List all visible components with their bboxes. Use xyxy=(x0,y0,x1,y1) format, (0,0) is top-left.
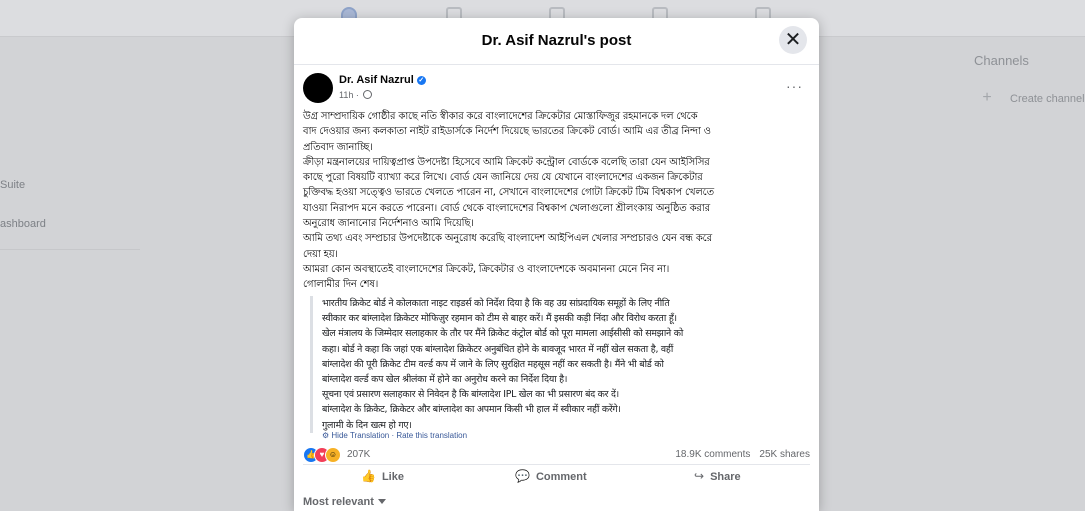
post-line: আমরা কোন অবস্থাতেই বাংলাদেশের ক্রিকেট, ক… xyxy=(303,263,670,275)
gear-icon: ⚙ xyxy=(322,431,330,440)
translation-line: खेल मंत्रालय के जिम्मेदार सलाहकार के तौर… xyxy=(322,328,684,340)
translation-line: बांग्लादेश वर्ल्ड कप खेल श्रीलंका में हो… xyxy=(322,374,568,386)
share-count[interactable]: 25K shares xyxy=(759,449,810,460)
post-author[interactable]: Dr. Asif Nazrul ✓ xyxy=(339,74,426,86)
reactions-bar: 👍 ♥ ☺ 207K 18.9K comments 25K shares xyxy=(303,447,810,463)
sidebar-item-dashboard[interactable]: ashboard xyxy=(0,218,46,230)
post-line: বাদ দেওয়ার জন্য কলকাতা নাইট রাইডার্সকে … xyxy=(303,126,711,138)
reaction-count[interactable]: 207K xyxy=(347,449,370,460)
like-label: Like xyxy=(381,471,404,483)
post-line: গোলামীর দিন শেষ। xyxy=(303,279,379,291)
post-line: চুক্তিবদ্ধ হওয়া সত্ত্বেও ভারতে খেলতে পা… xyxy=(303,187,714,199)
rate-translation-link[interactable]: Rate this translation xyxy=(396,431,467,440)
post-line: ক্রীড়া মন্ত্রনালয়ের দায়িত্বপ্রাপ্ত উপ… xyxy=(303,156,710,168)
author-name[interactable]: Dr. Asif Nazrul xyxy=(339,74,414,86)
post-meta: 11h · xyxy=(339,90,373,100)
post-line: কাছে পুরো বিষয়টি ব্যাখ্যা করে লিখে। বোর… xyxy=(303,172,703,184)
plus-icon[interactable]: + xyxy=(978,89,996,107)
sidebar-divider xyxy=(0,249,140,250)
post-line: অনুরোধ জানানোর নির্দেশনাও আমি দিয়েছি। xyxy=(303,218,474,230)
sidebar-item-suite[interactable]: Suite xyxy=(0,179,25,191)
translation-line: सूचना एवं प्रसारण सलाहकार से निवेदन है क… xyxy=(322,389,619,401)
comment-count[interactable]: 18.9K comments xyxy=(675,449,750,460)
globe-icon xyxy=(363,90,373,99)
hide-translation-link[interactable]: Hide Translation xyxy=(331,431,389,440)
more-options-button[interactable]: ··· xyxy=(786,78,803,94)
translation-line: बांग्लादेश की पूरी क्रिकेट टीम वर्ल्ड कप… xyxy=(322,358,664,370)
share-label: Share xyxy=(710,471,741,483)
post-line: দেয়া হয়। xyxy=(303,248,338,260)
translation-line: भारतीय क्रिकेट बोर्ड ने कोलकाता नाइट राइ… xyxy=(322,298,670,309)
post-line: উগ্র সাম্প্রদায়িক গোষ্ঠীর কাছে নতি স্বী… xyxy=(303,111,698,122)
comment-icon: 💬 xyxy=(515,469,530,483)
comment-label: Comment xyxy=(535,471,587,483)
comment-button[interactable]: 💬 Comment xyxy=(515,469,587,489)
post-actions: 👍 Like 💬 Comment ↪ Share xyxy=(303,464,810,492)
haha-reaction-icon: ☺ xyxy=(325,447,341,463)
reaction-icons[interactable]: 👍 ♥ ☺ xyxy=(303,447,345,463)
chevron-down-icon xyxy=(377,499,386,504)
like-icon: 👍 xyxy=(361,469,376,483)
comment-sort-dropdown[interactable]: Most relevant xyxy=(303,496,386,508)
engagement-counts: 18.9K comments 25K shares xyxy=(666,449,810,460)
post-line: যাওয়া নিরাপদ মনে করতে পারেনা। বোর্ড থেক… xyxy=(303,202,710,214)
translation-line: कहा। बोर्ड ने कहा कि जहां एक बांग्लादेश … xyxy=(322,343,674,355)
translation-line: बांग्लादेश के क्रिकेट, क्रिकेटर और बांग्… xyxy=(322,404,621,416)
post-modal: Dr. Asif Nazrul's post ✕ Dr. Asif Nazrul… xyxy=(294,18,819,511)
post-timestamp[interactable]: 11h xyxy=(339,90,353,100)
share-icon: ↪ xyxy=(694,469,705,483)
avatar[interactable] xyxy=(303,73,333,103)
translation-block: भारतीय क्रिकेट बोर्ड ने कोलकाता नाइट राइ… xyxy=(310,296,817,433)
close-icon[interactable]: ✕ xyxy=(779,26,807,54)
like-button[interactable]: 👍 Like xyxy=(361,469,404,489)
modal-header: Dr. Asif Nazrul's post ✕ xyxy=(294,18,819,65)
post-body: উগ্র সাম্প্রদায়িক গোষ্ঠীর কাছে নতি স্বী… xyxy=(303,109,811,293)
create-channel-link[interactable]: Create channel xyxy=(1010,93,1085,105)
modal-title: Dr. Asif Nazrul's post xyxy=(481,32,632,49)
translation-line: स्वीकार कर बांग्लादेश क्रिकेटर मोफिज़ुर … xyxy=(322,313,677,325)
share-button[interactable]: ↪ Share xyxy=(694,469,741,489)
post-line: প্রতিবাদ জানাচ্ছি। xyxy=(303,141,373,153)
sort-label: Most relevant xyxy=(303,496,374,508)
translation-links: ⚙ Hide Translation · Rate this translati… xyxy=(322,431,467,440)
post-line: আমি তথ্য এবং সম্প্রচার উপদেষ্টাকে অনুরোধ… xyxy=(303,233,712,245)
channels-heading: Channels xyxy=(974,53,1029,68)
verified-badge-icon: ✓ xyxy=(416,76,426,85)
